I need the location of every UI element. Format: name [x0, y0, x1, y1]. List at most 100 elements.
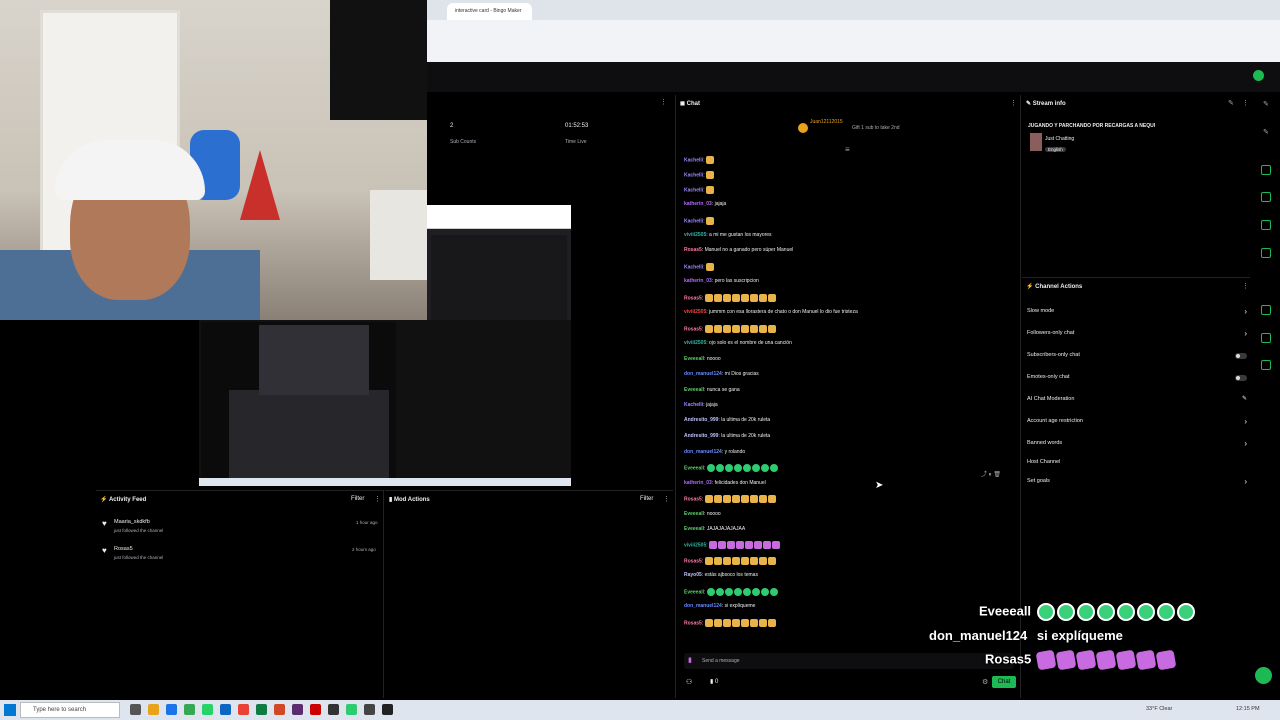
edit-icon[interactable]: ✎ [1263, 100, 1269, 108]
chat-username[interactable]: Kachelli [684, 218, 703, 224]
channel-action-row[interactable]: Host Channel [1027, 459, 1247, 471]
chat-message[interactable]: Kachelli: [684, 156, 715, 164]
chat-username[interactable]: katherin_03 [684, 480, 712, 486]
chat-message[interactable]: Kachelli: [684, 186, 715, 194]
whatsapp-icon[interactable] [202, 704, 213, 715]
activity-menu-icon[interactable]: ⋮ [374, 495, 381, 503]
browser-tab[interactable]: interactive card - Bingo Maker [447, 3, 532, 20]
channel-action-row[interactable]: Slow mode › [1027, 307, 1247, 320]
chat-username[interactable]: Andresito_999 [684, 433, 718, 439]
channel-action-row[interactable]: Followers-only chat › [1027, 329, 1247, 342]
chat-username[interactable]: viviii2505 [684, 542, 706, 548]
chat-username[interactable]: don_manuel124 [684, 449, 722, 455]
app-icon[interactable] [274, 704, 285, 715]
channel-action-row[interactable]: Banned words › [1027, 439, 1247, 452]
quick-action-icon[interactable] [1261, 192, 1271, 202]
chat-username[interactable]: viviii2505 [684, 309, 706, 315]
mod-menu-icon[interactable]: ⋮ [663, 495, 670, 503]
chat-message[interactable]: don_manuel124: y rolando [684, 449, 745, 455]
chat-username[interactable]: Rosas5 [684, 496, 702, 502]
chat-message[interactable]: Rosas5: [684, 495, 777, 503]
channel-action-row[interactable]: Subscribers-only chat [1027, 352, 1247, 364]
chevron-right-icon[interactable]: › [1244, 439, 1247, 448]
channel-action-row[interactable]: Set goals › [1027, 477, 1247, 490]
taskbar-search-box[interactable]: Type here to search [20, 702, 120, 718]
chat-username[interactable]: don_manuel124 [684, 371, 722, 377]
chat-username[interactable]: Rosas5 [684, 558, 702, 564]
app-icon[interactable] [220, 704, 231, 715]
quick-action-icon[interactable] [1261, 248, 1271, 258]
chevron-right-icon[interactable]: › [1244, 307, 1247, 316]
quick-action-icon[interactable] [1261, 305, 1271, 315]
chat-message[interactable]: Rosas5: Manuel no a ganado pero súper Ma… [684, 247, 793, 253]
chat-settings-icon[interactable]: ⚙ [982, 678, 988, 686]
chat-message[interactable]: katherin_03: felicidades don Manuel [684, 480, 766, 486]
chat-message[interactable]: Eveeeall: noooo [684, 511, 721, 517]
chat-username[interactable]: viviii2505 [684, 232, 706, 238]
channel-action-row[interactable]: Account age restriction › [1027, 417, 1247, 430]
quick-action-icon[interactable] [1261, 333, 1271, 343]
chat-message[interactable]: Eveeeall: JAJAJAJAJAJAA [684, 526, 745, 532]
edit-icon[interactable]: ✎ [1242, 395, 1247, 402]
chat-message[interactable]: Rosas5: [684, 294, 777, 302]
chat-message[interactable]: Kachelli: [684, 171, 715, 179]
file-explorer-icon[interactable] [148, 704, 159, 715]
chat-message[interactable]: Eveeeall: [684, 588, 779, 596]
channel-actions-menu-icon[interactable]: ⋮ [1242, 282, 1249, 290]
chat-username[interactable]: Eveeeall [684, 356, 704, 362]
chrome-icon[interactable] [184, 704, 195, 715]
chat-message[interactable]: Eveeeall: nunca se gana [684, 387, 740, 393]
task-view-icon[interactable] [130, 704, 141, 715]
pencil-icon[interactable]: ✎ [1263, 128, 1269, 136]
chat-message[interactable]: Kachelli: jajaja [684, 402, 718, 408]
chat-message[interactable]: Andresito_999: la ultima de 20k ruleta [684, 433, 770, 439]
chat-username[interactable]: Eveeeall [684, 526, 704, 532]
chat-username[interactable]: Kachelli [684, 172, 703, 178]
chat-username[interactable]: Eveeeall [684, 589, 704, 595]
app-icon[interactable] [310, 704, 321, 715]
app-icon[interactable] [238, 704, 249, 715]
app-icon[interactable] [328, 704, 339, 715]
help-chat-icon[interactable] [1255, 667, 1272, 684]
quick-action-icon[interactable] [1261, 360, 1271, 370]
chat-message[interactable]: viviii2505: jummm con esa llorastera de … [684, 309, 858, 315]
chat-username[interactable]: Kachelli [684, 187, 703, 193]
chevron-right-icon[interactable]: › [1244, 417, 1247, 426]
channel-action-row[interactable]: Emotes-only chat [1027, 374, 1247, 386]
chat-username[interactable]: katherin_03 [684, 278, 712, 284]
chat-message[interactable]: viviii2505: ojo solo es el nombre de una… [684, 340, 792, 346]
chat-message[interactable]: Andresito_999: la ultima de 20k ruleta [684, 417, 770, 423]
app-icon[interactable] [346, 704, 357, 715]
channel-action-row[interactable]: AI Chat Moderation ✎ [1027, 396, 1247, 408]
chat-username[interactable]: Rayo05 [684, 572, 702, 578]
stream-info-menu-icon[interactable]: ⋮ [1242, 99, 1249, 107]
channel-points-icon[interactable]: ⚇ [686, 678, 692, 686]
chat-message[interactable]: Rosas5: [684, 325, 777, 333]
chat-username[interactable]: Rosas5 [684, 247, 702, 253]
profile-avatar[interactable] [1253, 70, 1264, 81]
chat-menu-icon[interactable]: ⋮ [1010, 99, 1017, 107]
chat-message[interactable]: don_manuel124: si explíqueme [684, 603, 755, 609]
app-icon[interactable] [292, 704, 303, 715]
toggle-switch[interactable] [1235, 375, 1247, 381]
chat-username[interactable]: katherin_03 [684, 201, 712, 207]
chat-username[interactable]: viviii2505 [684, 340, 706, 346]
chat-message[interactable]: don_manuel124: mi Dios gracias [684, 371, 759, 377]
chat-username[interactable]: Eveeeall [684, 465, 704, 471]
chat-message[interactable]: Rayo05: estás ajbsoco los temas [684, 572, 758, 578]
chat-message[interactable]: Kachelli: [684, 217, 715, 225]
chat-message[interactable]: Eveeeall: noooo [684, 356, 721, 362]
browser-address-bar[interactable] [427, 20, 1280, 62]
chat-username[interactable]: Andresito_999 [684, 417, 718, 423]
chevron-right-icon[interactable]: › [1244, 477, 1247, 486]
chat-username[interactable]: Rosas5 [684, 620, 702, 626]
toggle-switch[interactable] [1235, 353, 1247, 359]
panel-menu-icon[interactable]: ⋮ [660, 98, 667, 106]
edit-stream-info-icon[interactable]: ✎ [1228, 99, 1234, 107]
windows-start-icon[interactable] [4, 704, 16, 716]
chat-message[interactable]: Eveeeall: [684, 464, 779, 472]
excel-icon[interactable] [256, 704, 267, 715]
chat-username[interactable]: Kachelli [684, 402, 703, 408]
chat-input[interactable]: ▮ Send a message [684, 653, 1014, 669]
chat-username[interactable]: Eveeeall [684, 511, 704, 517]
